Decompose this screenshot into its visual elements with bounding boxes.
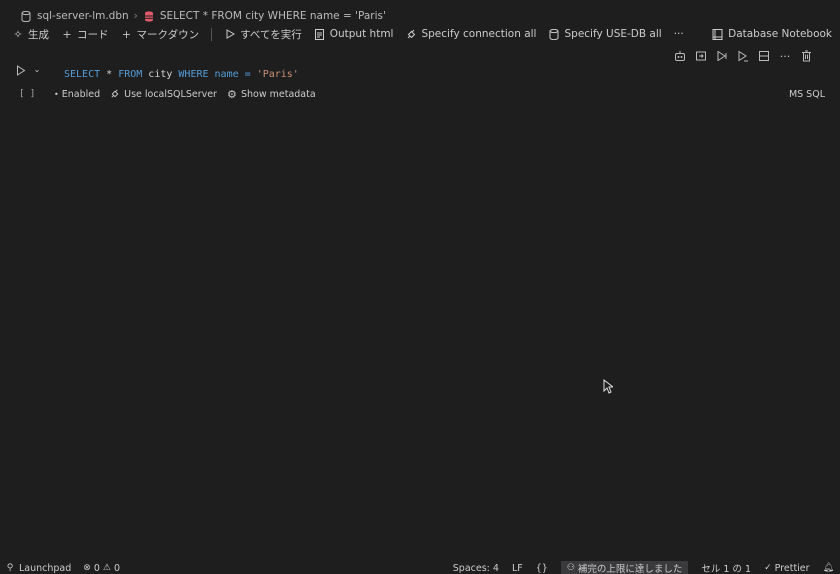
code-token-string: 'Paris'	[256, 69, 299, 80]
plug-icon	[109, 88, 121, 100]
code-token-condition: name =	[208, 69, 257, 80]
problems-indicator[interactable]: ⊗ 0 ⚠ 0	[83, 563, 120, 574]
add-code-label: コード	[77, 28, 109, 41]
database-icon	[20, 10, 32, 22]
launchpad-label: Launchpad	[19, 562, 72, 574]
plug-icon	[405, 28, 417, 40]
language-braces-indicator[interactable]: {}	[536, 563, 548, 574]
code-token-star: *	[100, 69, 119, 80]
book-icon	[711, 28, 723, 40]
plus-icon: +	[121, 27, 132, 41]
kernel-label: Database Notebook	[728, 28, 832, 40]
generate-label: 生成	[28, 28, 49, 41]
cell-language[interactable]: MS SQL	[789, 89, 825, 100]
specify-connection-button[interactable]: Specify connection all	[405, 28, 536, 40]
cell-position-indicator[interactable]: セル 1 の 1	[701, 561, 751, 574]
toolbar-divider	[211, 27, 213, 41]
add-markdown-button[interactable]: + マークダウン	[121, 27, 200, 42]
sparkle-icon: ✧	[13, 27, 23, 41]
code-token-table: city	[142, 69, 179, 80]
warning-count: 0	[113, 562, 121, 574]
breadcrumb-file[interactable]: sql-server-lm.dbn	[37, 10, 129, 22]
generate-button[interactable]: ✧ 生成	[12, 27, 49, 42]
file-icon	[314, 28, 326, 40]
completion-limit-label: 補完の上限に達しました	[577, 564, 683, 574]
launchpad-button[interactable]: ⚲ Launchpad	[4, 562, 72, 574]
bell-icon[interactable]: 🔔︎	[823, 563, 834, 573]
warning-icon: ⚠	[102, 563, 111, 573]
connection-label: Use localSQLServer	[124, 88, 217, 100]
gear-icon: ⚙	[227, 87, 237, 101]
run-all-button[interactable]: すべてを実行	[224, 27, 302, 42]
prettier-label: Prettier	[774, 562, 810, 574]
error-count: 0	[93, 562, 100, 574]
cell-status-bar: [ ] • Enabled Use localSQLServer ⚙ Show …	[0, 87, 840, 101]
play-icon	[15, 64, 27, 76]
error-icon: ⊗	[83, 563, 91, 573]
connection-selector[interactable]: Use localSQLServer	[109, 88, 217, 100]
ellipsis-icon: ···	[673, 28, 684, 40]
rocket-icon: ⚲	[6, 562, 14, 573]
chevron-down-icon[interactable]: ⌄	[31, 64, 43, 76]
add-code-button[interactable]: + コード	[61, 27, 109, 42]
status-bar: ⚲ Launchpad ⊗ 0 ⚠ 0 Spaces: 4 LF {} ⚇ 補完…	[0, 561, 840, 574]
play-icon	[224, 28, 236, 40]
chevron-right-icon: ›	[133, 10, 138, 22]
prettier-indicator[interactable]: ✓ Prettier	[764, 563, 810, 574]
copilot-icon: ⚇	[566, 563, 575, 573]
kernel-picker[interactable]: Database Notebook	[711, 25, 832, 43]
show-metadata-button[interactable]: ⚙ Show metadata	[226, 88, 316, 100]
specify-use-db-label: Specify USE-DB all	[564, 28, 662, 40]
code-editor[interactable]: SELECT * FROM city WHERE name = 'Paris'	[64, 69, 299, 80]
sql-cell-icon	[143, 10, 155, 22]
code-cell[interactable]: ⌄ SELECT * FROM city WHERE name = 'Paris…	[0, 60, 840, 102]
database-icon	[548, 28, 560, 40]
metadata-label: Show metadata	[240, 88, 316, 100]
run-cell-button[interactable]: ⌄	[15, 64, 43, 76]
more-actions-button[interactable]: ···	[674, 28, 684, 40]
breadcrumb-cell[interactable]: SELECT * FROM city WHERE name = 'Paris'	[160, 10, 386, 22]
completion-limit-indicator[interactable]: ⚇ 補完の上限に達しました	[560, 561, 689, 574]
code-token-where: WHERE	[178, 69, 209, 80]
enabled-label: Enabled	[61, 88, 101, 100]
dot-icon: •	[54, 89, 59, 99]
code-token-from: FROM	[118, 69, 143, 80]
add-markdown-label: マークダウン	[136, 28, 200, 41]
enabled-toggle[interactable]: • Enabled	[54, 89, 100, 100]
specify-connection-label: Specify connection all	[421, 28, 537, 40]
breadcrumb: sql-server-lm.dbn › SELECT * FROM city W…	[0, 8, 840, 24]
plus-icon: +	[62, 27, 72, 41]
eol-indicator[interactable]: LF	[512, 563, 523, 574]
mouse-cursor-icon	[603, 378, 615, 397]
indentation-indicator[interactable]: Spaces: 4	[453, 563, 499, 574]
output-html-button[interactable]: Output html	[314, 28, 394, 40]
check-icon: ✓	[764, 563, 772, 573]
execution-count: [ ]	[19, 89, 36, 99]
run-all-label: すべてを実行	[240, 28, 302, 41]
output-html-label: Output html	[329, 28, 394, 40]
specify-use-db-button[interactable]: Specify USE-DB all	[548, 28, 662, 40]
code-token-select: SELECT	[64, 69, 101, 80]
